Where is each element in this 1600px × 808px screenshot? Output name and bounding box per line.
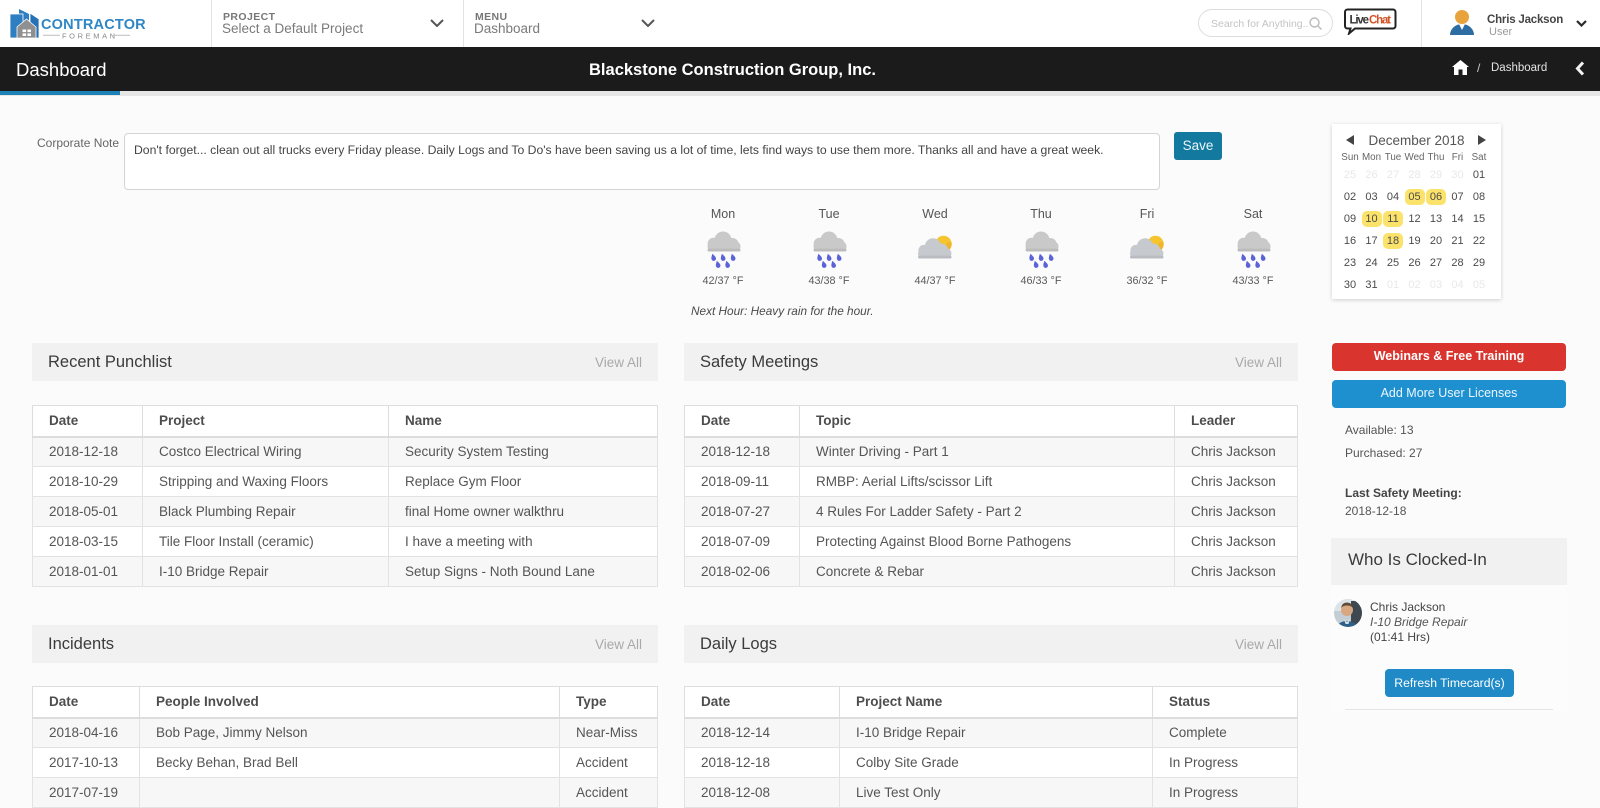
svg-text:Live: Live [1350,15,1370,27]
svg-text:FOREMAN: FOREMAN [62,32,118,41]
svg-text:Chat: Chat [1369,15,1391,27]
